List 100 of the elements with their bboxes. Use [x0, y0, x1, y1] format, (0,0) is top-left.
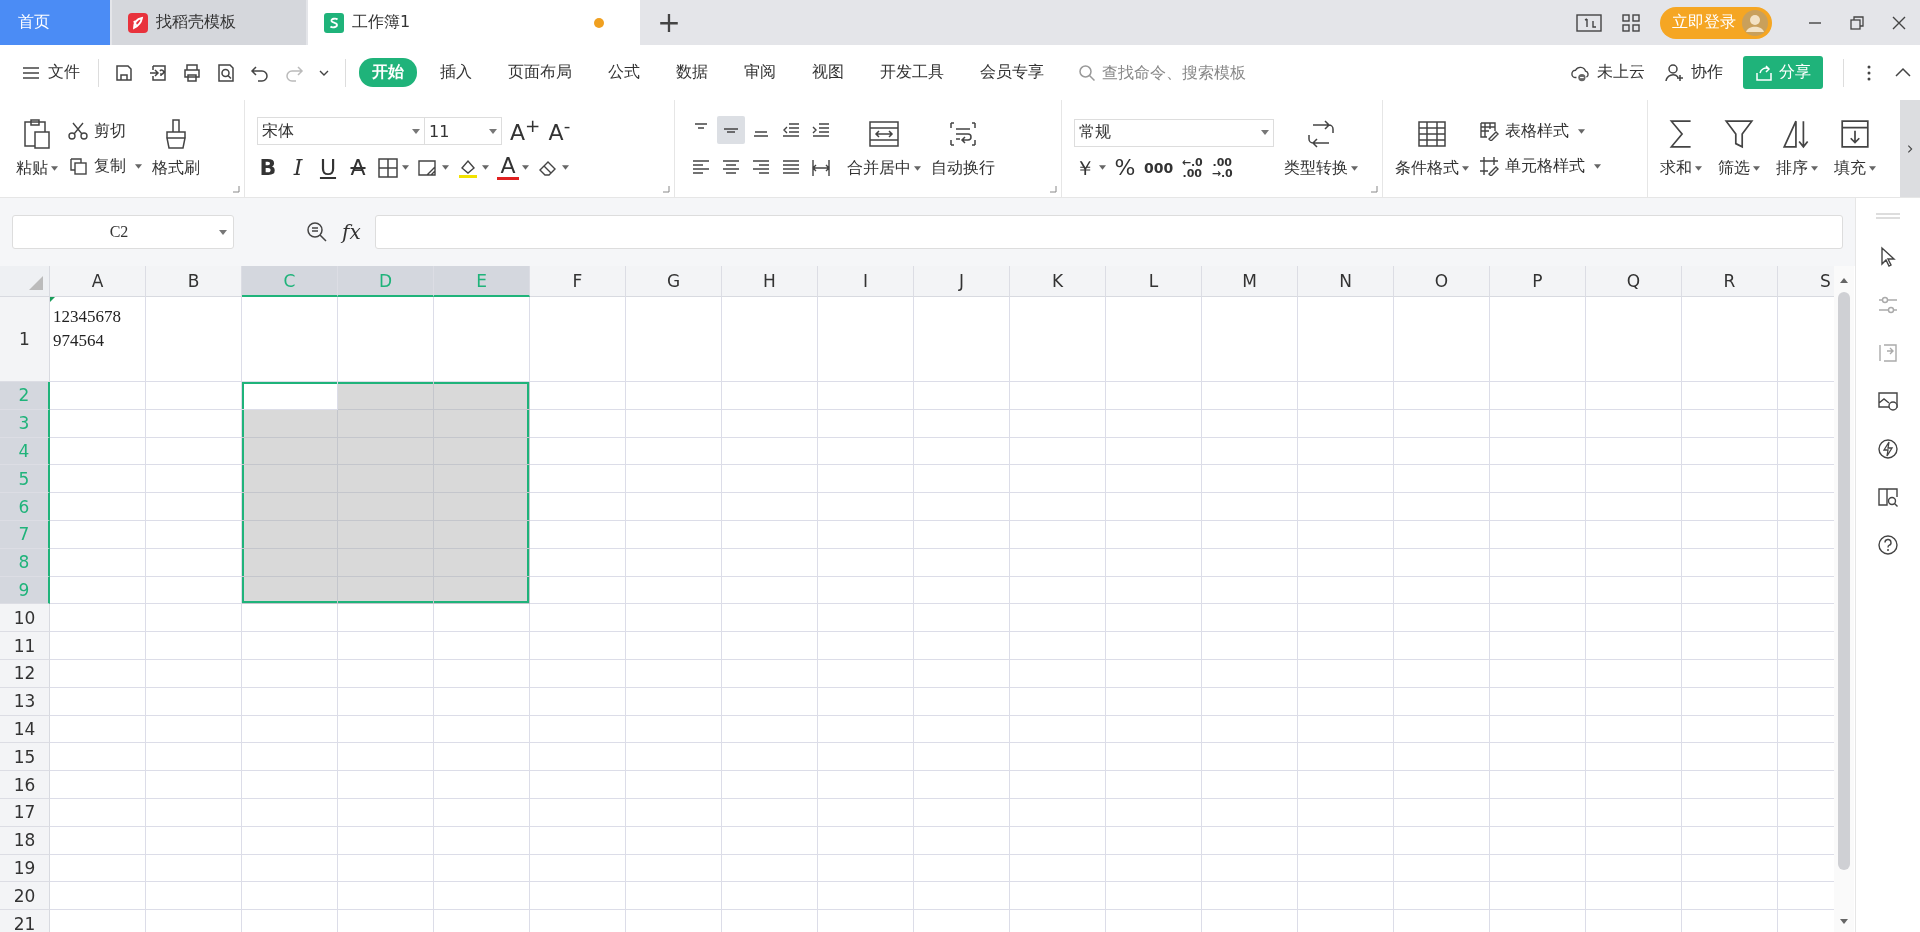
percent-button[interactable]: % [1114, 156, 1136, 179]
selected-cell[interactable] [242, 548, 338, 577]
selected-cell[interactable] [434, 465, 530, 494]
ribbon-tab[interactable]: 插入 [427, 58, 485, 87]
font-size-dropdown[interactable]: 11 [424, 117, 502, 145]
tablet-icon[interactable] [1576, 13, 1602, 32]
selected-cell[interactable] [242, 465, 338, 494]
format-painter-button[interactable]: 格式刷 [152, 118, 200, 179]
zoom-formula-icon[interactable] [306, 221, 328, 243]
ribbon-tab[interactable]: 数据 [663, 58, 721, 87]
strikethrough-button[interactable]: A [347, 156, 369, 179]
column-header[interactable]: O [1394, 266, 1490, 297]
row-header[interactable]: 12 [0, 659, 50, 688]
merge-center-button[interactable]: 合并居中 [847, 118, 921, 179]
wrap-text-button[interactable]: 自动换行 [931, 118, 995, 179]
book-search-icon[interactable] [1877, 486, 1899, 508]
selected-cell[interactable] [242, 576, 338, 605]
table-style-button[interactable]: 表格样式 [1479, 120, 1601, 142]
filter-button[interactable]: 筛选 [1718, 118, 1760, 179]
print-icon[interactable] [182, 62, 202, 83]
row-header[interactable]: 16 [0, 771, 50, 799]
column-header[interactable]: L [1106, 266, 1202, 297]
row-header[interactable]: 10 [0, 604, 50, 633]
print-preview-icon[interactable] [216, 62, 236, 83]
number-format-dropdown[interactable]: 常规 [1074, 118, 1274, 147]
column-header[interactable]: J [914, 266, 1010, 297]
increase-font-button[interactable]: A$^{+}$ [510, 117, 541, 145]
italic-button[interactable]: I [287, 156, 309, 179]
active-cell[interactable] [242, 382, 338, 410]
fill-button[interactable]: 填充 [1834, 118, 1876, 179]
row-header[interactable]: 20 [0, 882, 50, 911]
caret-icon[interactable] [562, 165, 569, 170]
gallery-icon[interactable] [1877, 390, 1899, 412]
selected-cell[interactable] [434, 382, 530, 410]
column-header[interactable]: B [146, 266, 242, 297]
selected-cell[interactable] [434, 521, 530, 549]
cell-style-button[interactable]: 单元格样式 [1479, 155, 1601, 177]
column-header[interactable]: A [50, 266, 146, 297]
column-header[interactable]: N [1298, 266, 1394, 297]
scrollbar-thumb[interactable] [1838, 292, 1850, 870]
cloud-status-button[interactable]: 未上云 [1571, 62, 1645, 83]
caret-icon[interactable] [442, 165, 449, 170]
document-tab[interactable]: 找稻壳模板 [112, 0, 306, 45]
selected-cell[interactable] [338, 409, 434, 438]
paste-button[interactable]: 粘贴 [16, 118, 58, 179]
ribbon-tab[interactable]: 页面布局 [495, 58, 585, 87]
new-tab-button[interactable]: + [642, 0, 696, 45]
collaborate-button[interactable]: 协作 [1665, 62, 1723, 83]
selected-cell[interactable] [434, 493, 530, 521]
column-header[interactable]: Q [1586, 266, 1682, 297]
font-name-dropdown[interactable]: 宋体 [257, 117, 425, 145]
thousands-separator-button[interactable]: 000 [1144, 160, 1174, 175]
function-label[interactable]: fx [342, 220, 361, 244]
selected-cell[interactable] [434, 437, 530, 466]
row-header[interactable]: 13 [0, 687, 50, 716]
align-middle-icon[interactable] [717, 115, 745, 144]
borders-icon[interactable] [377, 156, 399, 179]
row-header[interactable]: 18 [0, 826, 50, 855]
caret-icon[interactable] [522, 165, 529, 170]
selected-cell[interactable] [338, 382, 434, 410]
sort-button[interactable]: 排序 [1776, 118, 1818, 179]
column-header[interactable]: R [1682, 266, 1778, 297]
grid-apps-icon[interactable] [1622, 13, 1640, 32]
type-convert-button[interactable]: 类型转换 [1284, 118, 1358, 179]
selected-cell[interactable] [242, 521, 338, 549]
save-icon[interactable] [114, 62, 134, 83]
name-box[interactable]: C2 [12, 215, 234, 249]
ribbon-tab[interactable]: 公式 [595, 58, 653, 87]
bold-button[interactable]: B [257, 156, 279, 179]
caret-icon[interactable] [402, 165, 409, 170]
sliders-icon[interactable] [1877, 294, 1899, 316]
row-header[interactable]: 19 [0, 854, 50, 883]
increase-decimal-button[interactable]: ←.0 .00 [1181, 156, 1204, 179]
help-icon[interactable] [1877, 534, 1899, 556]
underline-button[interactable]: U [317, 156, 339, 179]
ribbon-tab[interactable]: 视图 [799, 58, 857, 87]
row-header[interactable]: 15 [0, 743, 50, 772]
column-header[interactable]: G [626, 266, 722, 297]
conditional-format-button[interactable]: 条件格式 [1395, 118, 1469, 179]
decrease-decimal-button[interactable]: .00 →.0 [1211, 156, 1234, 179]
search-field[interactable]: 查找命令、搜索模板 [1078, 62, 1304, 83]
row-header[interactable]: 17 [0, 798, 50, 827]
ribbon-tab[interactable]: 审阅 [731, 58, 789, 87]
ribbon-tab[interactable]: 开发工具 [867, 58, 957, 87]
close-icon[interactable] [1891, 14, 1907, 31]
column-header[interactable]: I [818, 266, 914, 297]
row-header[interactable]: 11 [0, 632, 50, 660]
column-header[interactable]: S [1778, 266, 1834, 297]
scroll-down-icon[interactable] [1839, 918, 1849, 926]
sum-button[interactable]: 求和 [1660, 118, 1702, 179]
column-header[interactable]: K [1010, 266, 1106, 297]
selected-cell[interactable] [434, 576, 530, 605]
file-menu[interactable]: 文件 [22, 62, 80, 83]
scroll-up-icon[interactable] [1839, 276, 1849, 284]
selected-cell[interactable] [242, 409, 338, 438]
row-header[interactable]: 1 [0, 297, 50, 382]
selected-cell[interactable] [242, 437, 338, 466]
row-header[interactable]: 14 [0, 715, 50, 744]
vertical-scrollbar[interactable] [1834, 266, 1854, 932]
copy-button[interactable]: 复制 [68, 155, 142, 177]
